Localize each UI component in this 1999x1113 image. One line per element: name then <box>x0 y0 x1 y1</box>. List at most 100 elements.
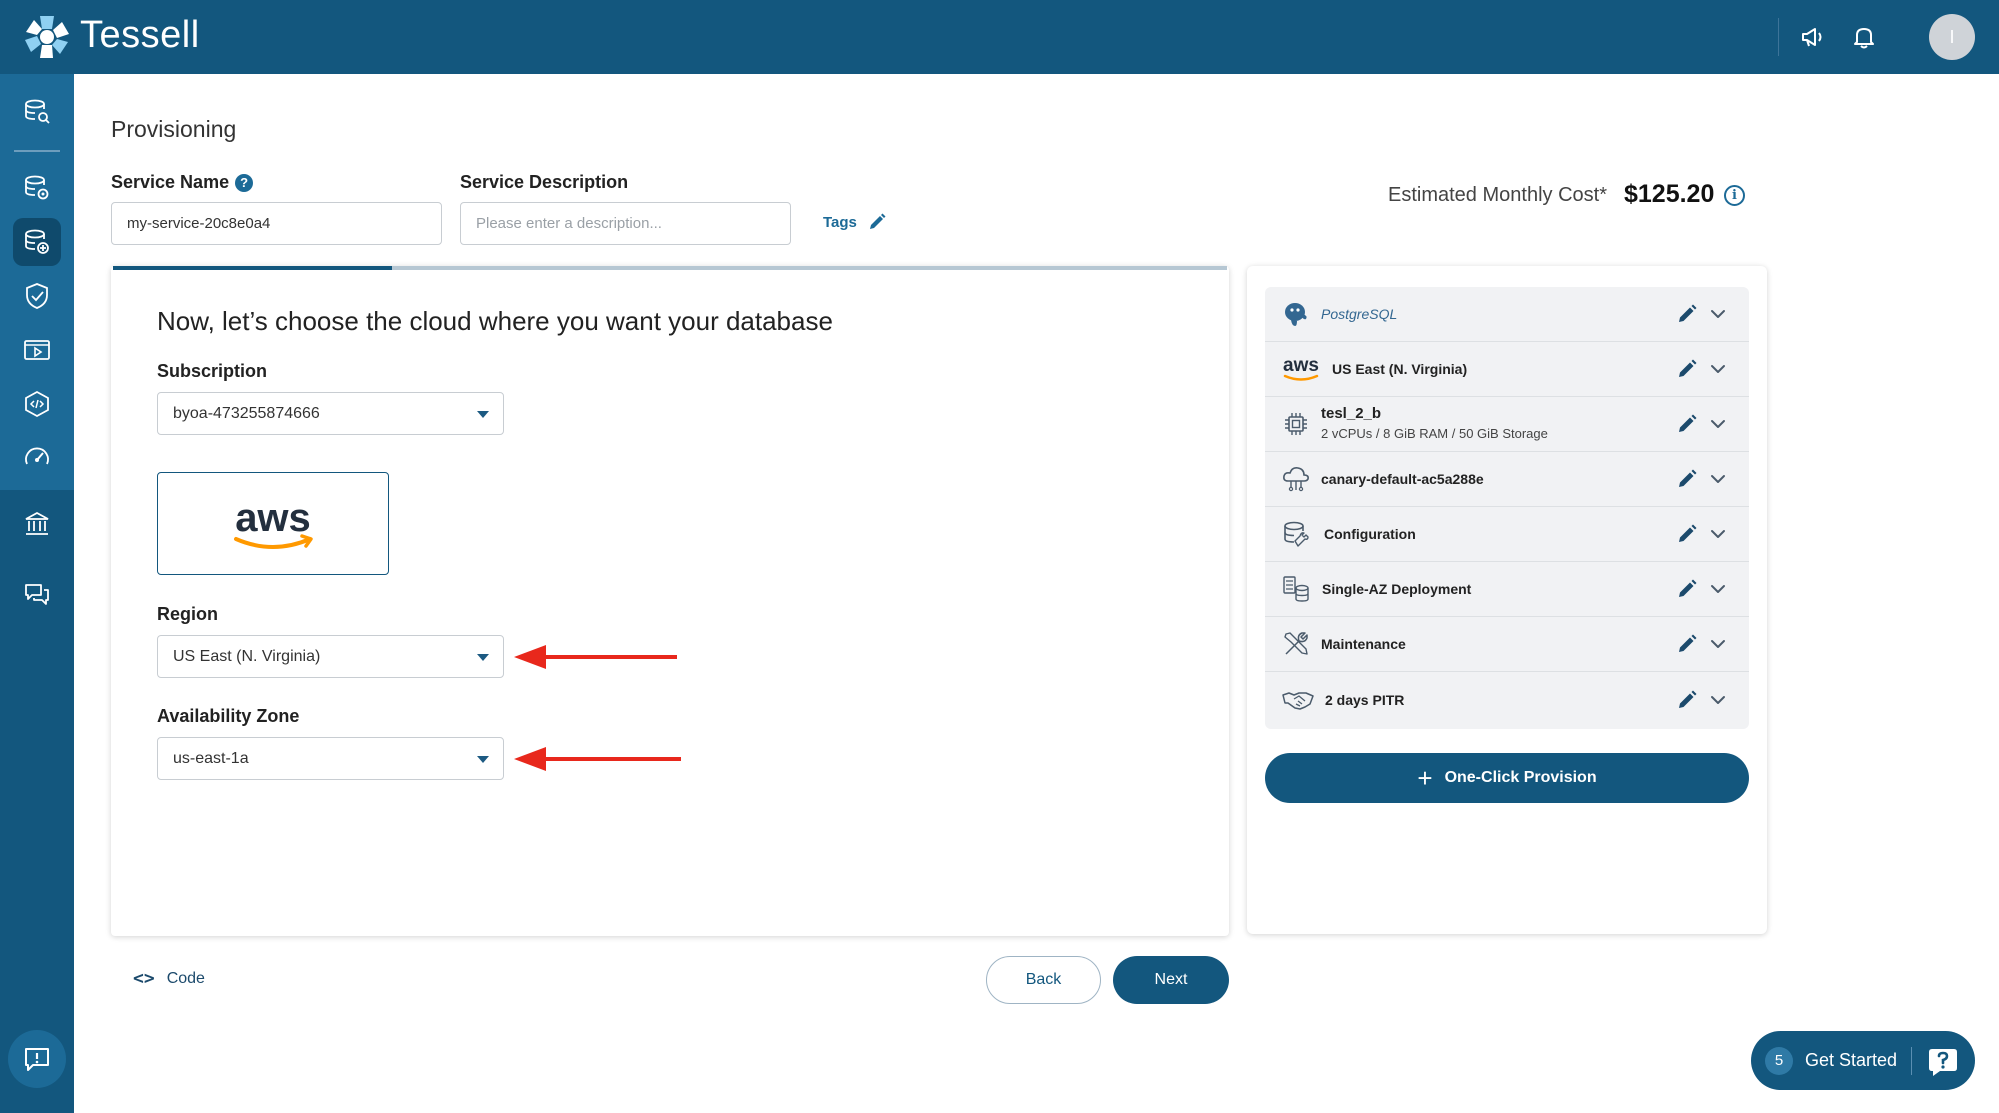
summary-list: PostgreSQL aws US East (N. Virginia) tes… <box>1265 287 1749 729</box>
tags-button[interactable]: Tags <box>823 212 887 232</box>
aws-cloud-option[interactable]: aws <box>157 472 389 575</box>
database-add-icon <box>25 229 49 254</box>
edit-pencil-icon[interactable] <box>1676 413 1698 435</box>
tessell-logo-icon[interactable] <box>22 12 72 62</box>
brand-name: Tessell <box>80 14 200 56</box>
feedback-icon <box>25 1048 49 1071</box>
megaphone-icon[interactable] <box>1798 22 1828 52</box>
help-icon[interactable]: ? <box>235 173 254 192</box>
get-started-label: Get Started <box>1805 1050 1898 1070</box>
region-select[interactable]: US East (N. Virginia) <box>157 635 504 678</box>
service-description-input[interactable]: Please enter a description... <box>460 202 791 245</box>
cloud-network-icon <box>1281 464 1311 494</box>
page-title: Provisioning <box>111 116 237 142</box>
info-icon[interactable]: i <box>1724 185 1745 206</box>
availability-zone-select[interactable]: us-east-1a <box>157 737 504 780</box>
summary-engine-label: PostgreSQL <box>1321 306 1398 322</box>
chevron-down-icon[interactable] <box>1709 470 1727 488</box>
chevron-down-icon[interactable] <box>1709 525 1727 543</box>
tools-icon <box>1281 629 1311 659</box>
bank-icon <box>25 511 49 535</box>
red-arrow-annotation-icon <box>514 747 681 771</box>
chevron-down-icon[interactable] <box>1709 635 1727 653</box>
sidebar-item-governance[interactable] <box>13 500 61 548</box>
database-search-icon <box>25 99 50 124</box>
chevron-down-icon[interactable] <box>1709 580 1727 598</box>
dropdown-caret-icon <box>477 756 489 763</box>
edit-pencil-icon[interactable] <box>1676 303 1698 325</box>
tags-label: Tags <box>823 213 857 231</box>
summary-row-region[interactable]: aws US East (N. Virginia) <box>1265 342 1749 397</box>
chevron-down-icon[interactable] <box>1709 360 1727 378</box>
get-started-divider <box>1911 1046 1913 1075</box>
service-description-label: Service Description <box>460 172 629 192</box>
sidebar-item-messages[interactable] <box>13 570 61 618</box>
sidebar-item-code[interactable] <box>13 380 61 428</box>
summary-backup-label: 2 days PITR <box>1325 691 1405 708</box>
help-widget-icon <box>1929 1048 1958 1076</box>
sidebar-item-media[interactable] <box>13 326 61 374</box>
summary-row-backup[interactable]: 2 days PITR <box>1265 672 1749 727</box>
summary-row-network[interactable]: canary-default-ac5a288e <box>1265 452 1749 507</box>
sidebar-item-database-settings[interactable] <box>13 164 61 212</box>
service-name-label: Service Name? <box>111 172 254 193</box>
red-arrow-annotation-icon <box>514 645 677 669</box>
sidebar-item-database-services[interactable] <box>13 88 61 136</box>
summary-row-engine[interactable]: PostgreSQL <box>1265 287 1749 342</box>
edit-pencil-icon[interactable] <box>1676 689 1698 711</box>
sidebar-item-provisioning[interactable] <box>13 218 61 266</box>
availability-zone-label: Availability Zone <box>157 706 300 726</box>
user-avatar[interactable]: I <box>1929 14 1975 60</box>
chevron-down-icon[interactable] <box>1709 305 1727 323</box>
sidebar-separator <box>14 150 60 152</box>
chevron-down-icon[interactable] <box>1709 415 1727 433</box>
summary-row-compute[interactable]: tesl_2_b 2 vCPUs / 8 GiB RAM / 50 GiB St… <box>1265 397 1749 452</box>
wizard-heading: Now, let’s choose the cloud where you wa… <box>157 306 833 336</box>
compute-spec: 2 vCPUs / 8 GiB RAM / 50 GiB Storage <box>1321 426 1548 441</box>
next-button[interactable]: Next <box>1113 956 1229 1004</box>
summary-configuration-label: Configuration <box>1324 526 1416 542</box>
sidebar-item-security[interactable] <box>13 272 61 320</box>
chat-bubbles-icon <box>25 584 49 605</box>
summary-network-label: canary-default-ac5a288e <box>1321 471 1484 487</box>
feedback-button[interactable] <box>8 1030 66 1088</box>
subscription-value: byoa-473255874666 <box>173 404 320 422</box>
header-divider <box>1778 18 1779 56</box>
service-name-input[interactable]: my-service-20c8e0a4 <box>111 202 442 245</box>
cloud-selection-card <box>111 266 1229 936</box>
subscription-select[interactable]: byoa-473255874666 <box>157 392 504 435</box>
edit-pencil-icon[interactable] <box>1676 633 1698 655</box>
subscription-label: Subscription <box>157 361 268 381</box>
estimated-cost-value: $125.20 <box>1624 180 1715 208</box>
sidebar-item-performance[interactable] <box>13 434 61 482</box>
summary-row-deployment[interactable]: Single-AZ Deployment <box>1265 562 1749 617</box>
aws-logo-icon: aws <box>234 496 313 549</box>
plus-icon: + <box>1417 763 1433 793</box>
dropdown-caret-icon <box>477 654 489 661</box>
summary-row-maintenance[interactable]: Maintenance <box>1265 617 1749 672</box>
deployment-icon <box>1281 574 1311 604</box>
region-value: US East (N. Virginia) <box>173 647 321 665</box>
edit-pencil-icon[interactable] <box>1676 468 1698 490</box>
edit-pencil-icon[interactable] <box>1676 523 1698 545</box>
get-started-button[interactable]: 5 Get Started <box>1751 1031 1975 1090</box>
notification-bell-icon[interactable] <box>1849 22 1879 52</box>
summary-row-configuration[interactable]: Configuration <box>1265 507 1749 562</box>
database-settings-icon <box>1281 519 1311 549</box>
availability-zone-value: us-east-1a <box>173 749 249 767</box>
code-link-label: Code <box>166 969 205 987</box>
database-gear-icon <box>25 175 49 200</box>
code-link[interactable]: <> Code <box>133 968 205 989</box>
back-button[interactable]: Back <box>986 956 1101 1004</box>
chevron-down-icon[interactable] <box>1709 691 1727 709</box>
aws-mini-logo-text: aws <box>1283 355 1319 376</box>
aws-logo-text: aws <box>235 496 311 540</box>
shield-check-icon <box>26 283 48 309</box>
edit-pencil-icon[interactable] <box>1676 358 1698 380</box>
handshake-icon <box>1281 685 1315 715</box>
one-click-provision-button[interactable]: + One-Click Provision <box>1265 753 1749 803</box>
summary-region-label: US East (N. Virginia) <box>1332 361 1468 377</box>
get-started-count-badge: 5 <box>1765 1046 1793 1075</box>
edit-pencil-icon[interactable] <box>1676 578 1698 600</box>
summary-deployment-label: Single-AZ Deployment <box>1322 581 1472 597</box>
